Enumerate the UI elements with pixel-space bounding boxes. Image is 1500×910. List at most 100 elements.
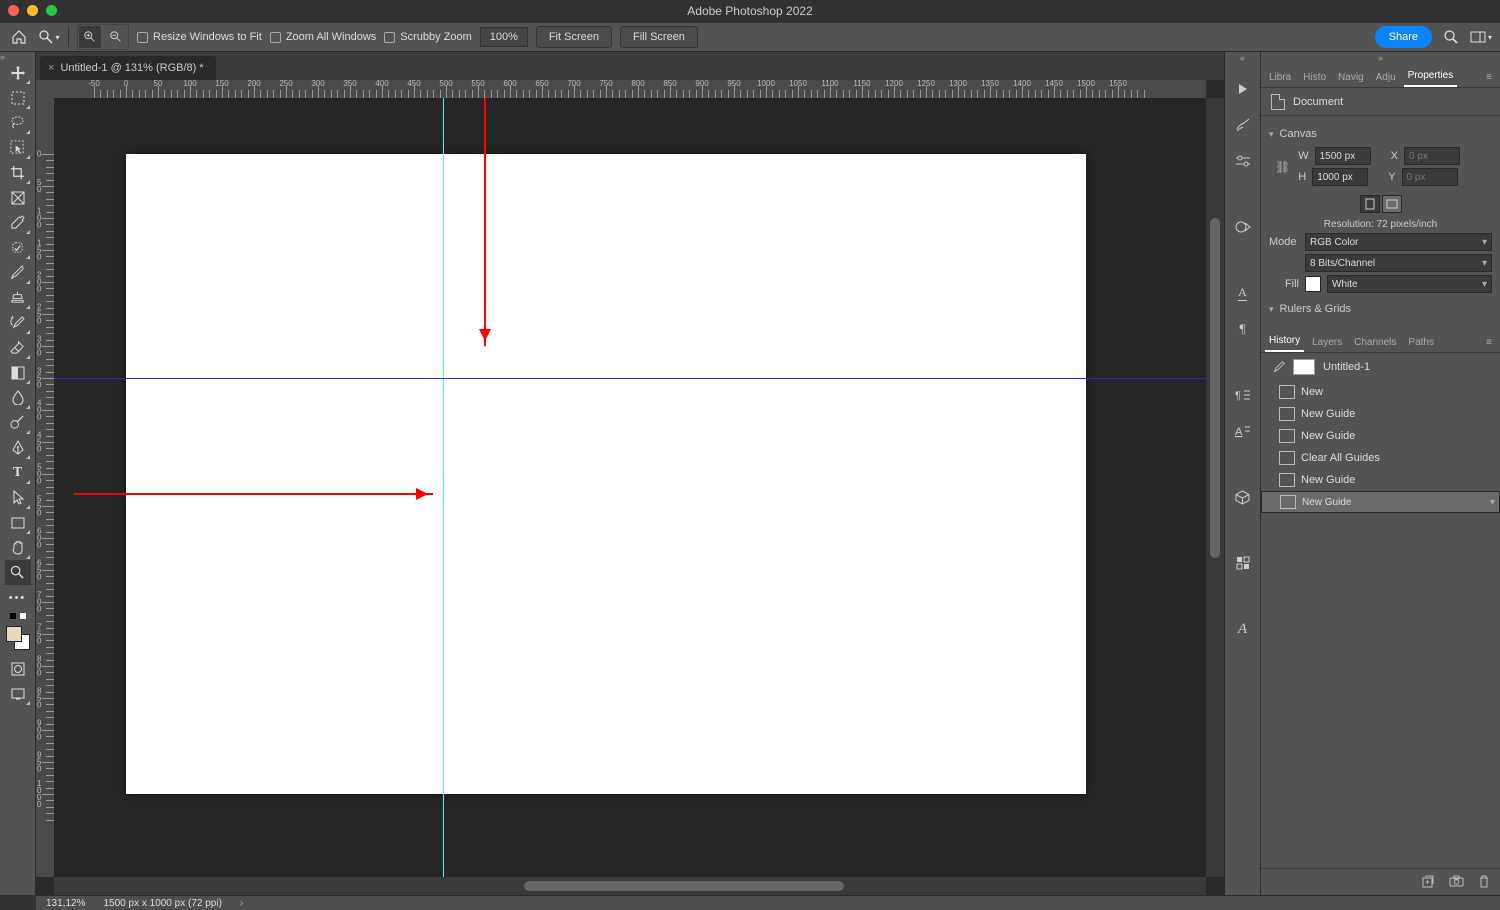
move-tool[interactable] bbox=[5, 60, 31, 85]
adjustments-tab[interactable]: Adju bbox=[1372, 68, 1400, 87]
vertical-scrollbar[interactable] bbox=[1206, 98, 1224, 877]
fill-select[interactable]: White bbox=[1327, 275, 1492, 293]
zoom-in-button[interactable] bbox=[79, 26, 101, 48]
character-styles-panel-icon[interactable]: A bbox=[1230, 418, 1256, 444]
brush-tool[interactable] bbox=[5, 260, 31, 285]
rectangle-tool[interactable] bbox=[5, 510, 31, 535]
share-button[interactable]: Share bbox=[1375, 26, 1432, 48]
horizontal-guide[interactable] bbox=[54, 378, 1206, 379]
history-panel-menu-icon[interactable]: ≡ bbox=[1482, 333, 1496, 352]
vertical-guide[interactable] bbox=[443, 98, 444, 877]
document-tab[interactable]: × Untitled-1 @ 131% (RGB/8) * bbox=[40, 56, 216, 80]
layers-tab[interactable]: Layers bbox=[1308, 333, 1346, 352]
channels-tab[interactable]: Channels bbox=[1350, 333, 1400, 352]
path-selection-tool[interactable] bbox=[5, 485, 31, 510]
frame-tool[interactable] bbox=[5, 185, 31, 210]
horizontal-scrollbar[interactable] bbox=[54, 877, 1206, 895]
healing-brush-tool[interactable] bbox=[5, 235, 31, 260]
fill-color-swatch[interactable] bbox=[1305, 276, 1321, 292]
color-swatches[interactable] bbox=[4, 624, 32, 652]
clone-stamp-tool[interactable] bbox=[5, 285, 31, 310]
scrubby-zoom-checkbox[interactable]: Scrubby Zoom bbox=[384, 31, 472, 43]
history-state[interactable]: New Guide bbox=[1261, 403, 1500, 425]
link-dimensions-icon[interactable]: ⛓ bbox=[1275, 160, 1290, 174]
canvas-section-header[interactable]: ▾Canvas bbox=[1269, 128, 1492, 140]
marquee-tool[interactable] bbox=[5, 85, 31, 110]
zoom-tool[interactable] bbox=[5, 560, 31, 585]
swatches-panel-icon[interactable] bbox=[1230, 550, 1256, 576]
portrait-orientation-button[interactable] bbox=[1360, 195, 1380, 213]
fill-screen-button[interactable]: Fill Screen bbox=[620, 26, 698, 48]
screen-mode-button[interactable] bbox=[5, 681, 31, 706]
panel-menu-icon[interactable]: ≡ bbox=[1482, 68, 1496, 87]
fit-screen-button[interactable]: Fit Screen bbox=[536, 26, 612, 48]
adjustments-panel-icon[interactable] bbox=[1230, 148, 1256, 174]
rulers-grids-section-header[interactable]: ▾Rulers & Grids bbox=[1269, 303, 1492, 315]
libraries-tab[interactable]: Libra bbox=[1265, 68, 1295, 87]
close-window-button[interactable] bbox=[8, 5, 19, 16]
styles-panel-icon[interactable] bbox=[1230, 214, 1256, 240]
history-state[interactable]: New Guide bbox=[1261, 469, 1500, 491]
vertical-ruler[interactable]: 0501001502002503003504004505005506006507… bbox=[36, 98, 54, 877]
width-input[interactable] bbox=[1315, 147, 1371, 165]
type-tool[interactable]: T bbox=[5, 460, 31, 485]
dodge-tool[interactable] bbox=[5, 410, 31, 435]
orientation-toggle[interactable] bbox=[1360, 195, 1402, 213]
minimize-window-button[interactable] bbox=[27, 5, 38, 16]
glyphs-panel-icon[interactable]: A bbox=[1230, 616, 1256, 642]
blur-tool[interactable] bbox=[5, 385, 31, 410]
color-mode-select[interactable]: RGB Color bbox=[1305, 233, 1492, 251]
actions-panel-icon[interactable] bbox=[1230, 76, 1256, 102]
delete-state-button[interactable] bbox=[1478, 875, 1490, 889]
home-button[interactable] bbox=[8, 26, 30, 48]
zoom-value-input[interactable] bbox=[480, 27, 528, 47]
edit-toolbar-button[interactable]: ••• bbox=[5, 585, 31, 610]
bit-depth-select[interactable]: 8 Bits/Channel bbox=[1305, 254, 1492, 272]
crop-tool[interactable] bbox=[5, 160, 31, 185]
search-button[interactable] bbox=[1440, 26, 1462, 48]
canvas[interactable] bbox=[126, 154, 1086, 794]
paths-tab[interactable]: Paths bbox=[1404, 333, 1438, 352]
document-info[interactable]: 1500 px x 1000 px (72 ppi) bbox=[103, 898, 221, 909]
brushes-panel-icon[interactable] bbox=[1230, 112, 1256, 138]
ruler-origin[interactable] bbox=[36, 80, 54, 98]
lasso-tool[interactable] bbox=[5, 110, 31, 135]
vertical-scrollbar-thumb[interactable] bbox=[1210, 218, 1220, 558]
history-tab[interactable]: History bbox=[1265, 331, 1304, 352]
collapse-panels-chevron[interactable]: » bbox=[1261, 52, 1500, 64]
navigator-tab[interactable]: Navig bbox=[1334, 68, 1368, 87]
expand-dock-chevron[interactable]: « bbox=[1225, 52, 1260, 64]
history-state[interactable]: Clear All Guides bbox=[1261, 447, 1500, 469]
quick-mask-button[interactable] bbox=[5, 656, 31, 681]
default-colors-button[interactable] bbox=[9, 612, 27, 620]
eraser-tool[interactable] bbox=[5, 335, 31, 360]
zoom-window-button[interactable] bbox=[46, 5, 57, 16]
3d-panel-icon[interactable] bbox=[1230, 484, 1256, 510]
gradient-tool[interactable] bbox=[5, 360, 31, 385]
paragraph-styles-panel-icon[interactable]: ¶ bbox=[1230, 382, 1256, 408]
object-selection-tool[interactable] bbox=[5, 135, 31, 160]
history-snapshot-row[interactable]: Untitled-1 bbox=[1261, 353, 1500, 381]
history-state[interactable]: New Guide bbox=[1261, 491, 1500, 513]
histogram-tab[interactable]: Histo bbox=[1299, 68, 1330, 87]
workspace-button[interactable]: ▾ bbox=[1470, 26, 1492, 48]
horizontal-ruler[interactable]: -500501001502002503003504004505005506006… bbox=[54, 80, 1206, 98]
history-state[interactable]: New bbox=[1261, 381, 1500, 403]
close-tab-icon[interactable]: × bbox=[48, 62, 54, 74]
pen-tool[interactable] bbox=[5, 435, 31, 460]
document-info-chevron[interactable]: › bbox=[240, 898, 243, 909]
character-panel-icon[interactable]: A bbox=[1230, 280, 1256, 306]
eyedropper-tool[interactable] bbox=[5, 210, 31, 235]
new-document-from-state-button[interactable] bbox=[1421, 875, 1435, 889]
canvas-viewport[interactable] bbox=[54, 98, 1206, 877]
properties-tab[interactable]: Properties bbox=[1404, 66, 1458, 87]
zoom-out-button[interactable] bbox=[105, 26, 127, 48]
landscape-orientation-button[interactable] bbox=[1382, 195, 1402, 213]
zoom-tool-indicator[interactable]: ▾ bbox=[38, 26, 60, 48]
zoom-status[interactable]: 131,12% bbox=[46, 898, 85, 909]
hand-tool[interactable] bbox=[5, 535, 31, 560]
history-brush-tool[interactable] bbox=[5, 310, 31, 335]
paragraph-panel-icon[interactable]: ¶ bbox=[1230, 316, 1256, 342]
horizontal-scrollbar-thumb[interactable] bbox=[524, 881, 844, 891]
resize-windows-checkbox[interactable]: Resize Windows to Fit bbox=[137, 31, 262, 43]
